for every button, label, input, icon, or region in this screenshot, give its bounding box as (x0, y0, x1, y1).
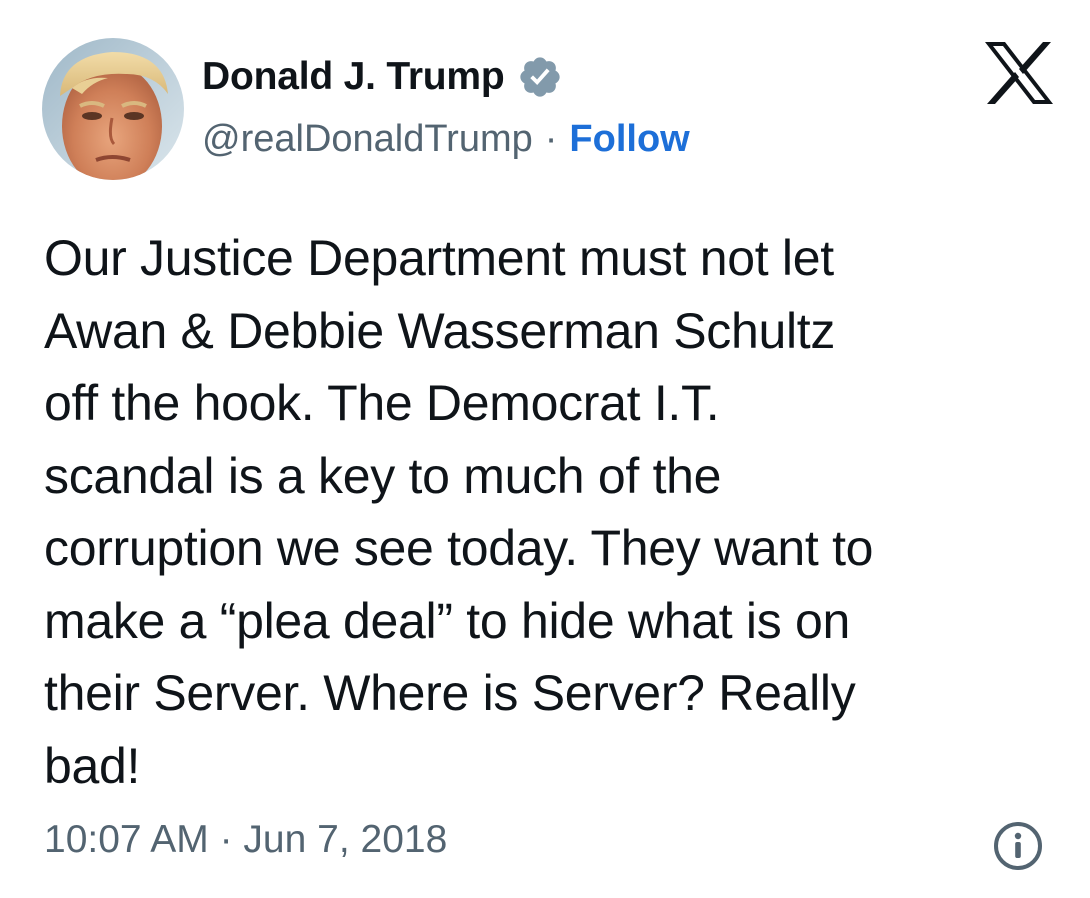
tweet-text: Our Justice Department must not let Awan… (44, 222, 1054, 802)
tweet-line: corruption we see today. They want to (44, 520, 874, 576)
tweet-line: Our Justice Department must not let (44, 230, 834, 286)
follow-button[interactable]: Follow (569, 118, 689, 161)
author-name-row: Donald J. Trump (202, 52, 563, 102)
tweet-line: scandal is a key to much of the (44, 447, 722, 504)
author-handle-row: @realDonaldTrump · Follow (202, 115, 690, 163)
author-handle[interactable]: @realDonaldTrump (202, 118, 533, 161)
x-logo-icon[interactable] (983, 40, 1055, 106)
verified-badge-icon (517, 54, 563, 100)
separator-dot: · (544, 117, 558, 160)
tweet-line: make a “plea deal” to hide what is on (44, 592, 851, 649)
tweet-timestamp[interactable]: 10:07 AM · Jun 7, 2018 (44, 818, 447, 862)
avatar-image (42, 38, 184, 180)
tweet-line: off the hook. The Democrat I.T. (44, 375, 720, 431)
tweet-line: bad! (44, 737, 141, 794)
profile-avatar[interactable] (42, 38, 184, 180)
tweet-line: their Server. Where is Server? Really (44, 665, 856, 721)
tweet-line: Awan & Debbie Wasserman Schultz (44, 302, 836, 359)
info-icon[interactable] (992, 820, 1044, 872)
author-display-name[interactable]: Donald J. Trump (202, 55, 505, 99)
tweet-card: Donald J. Trump @realDonaldTrump · Follo… (0, 0, 1090, 898)
